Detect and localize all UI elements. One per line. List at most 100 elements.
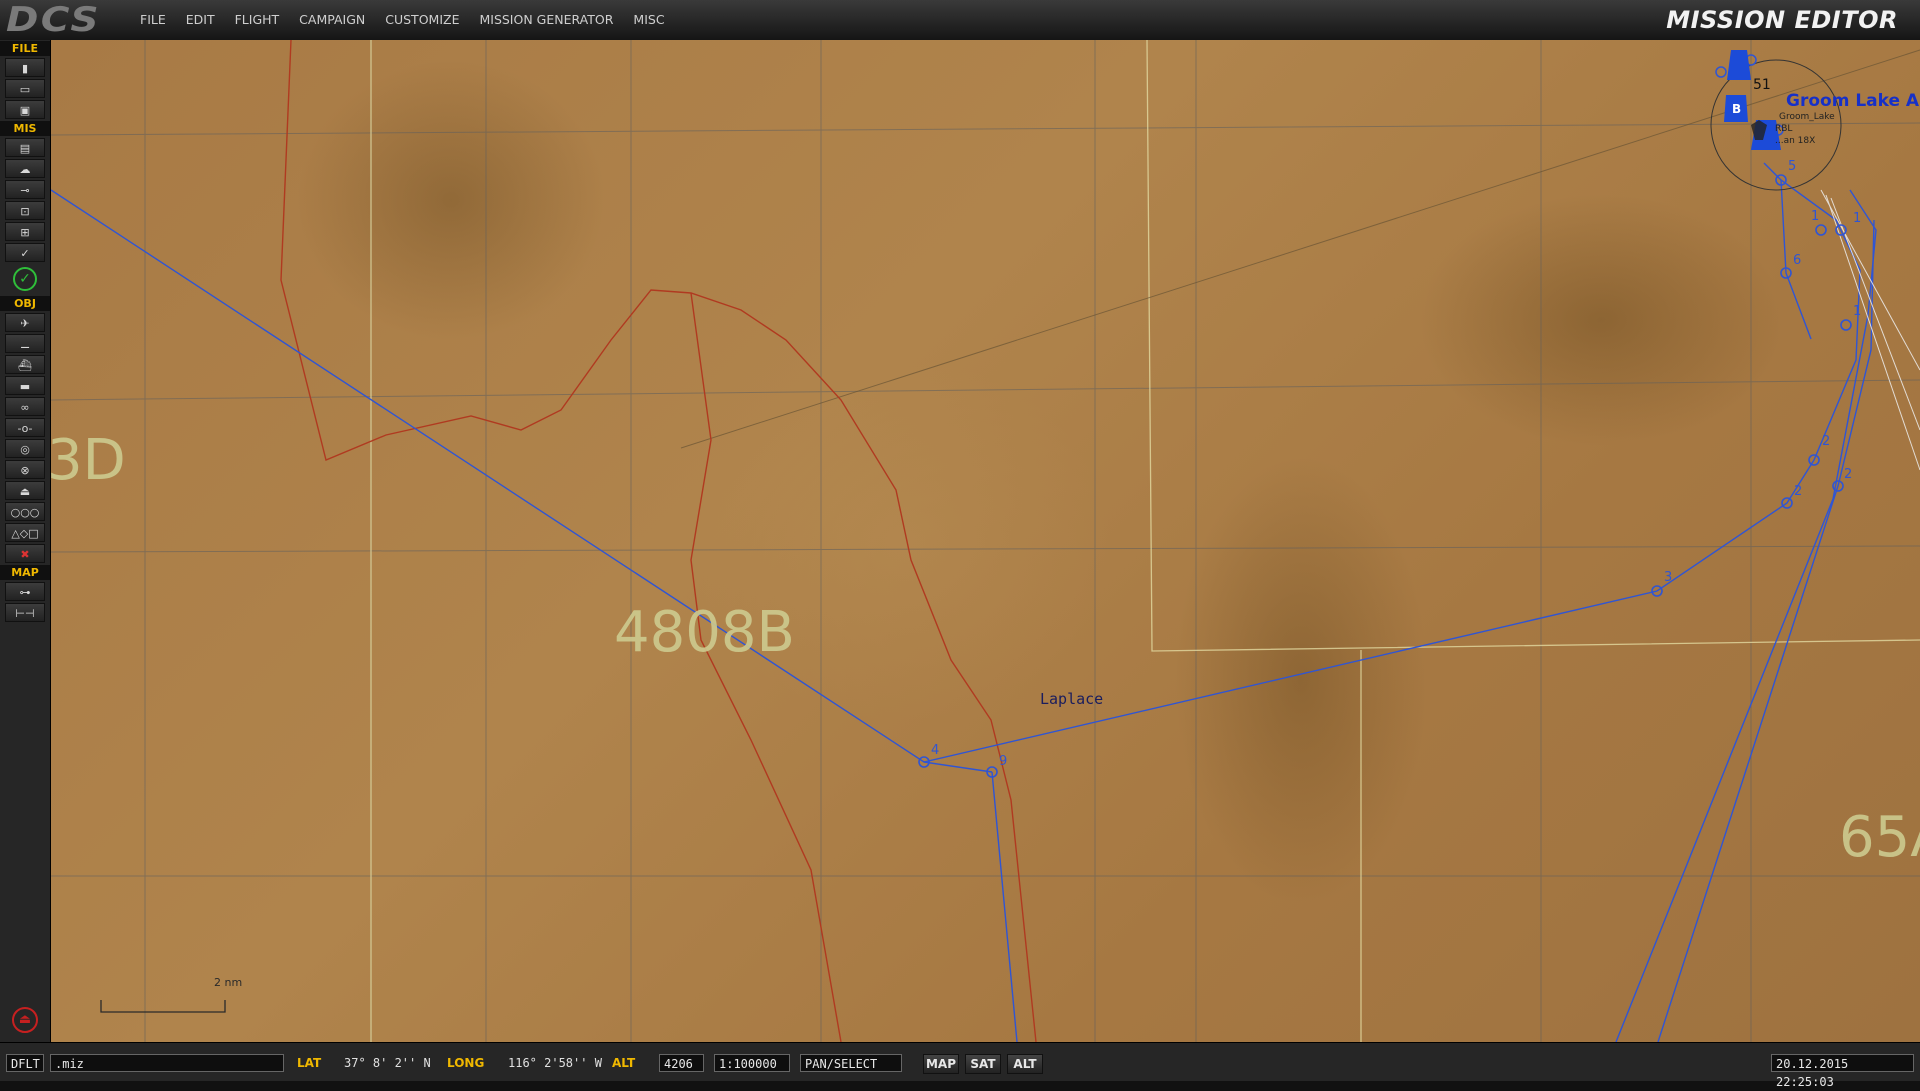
menu-misc[interactable]: MISC <box>623 0 674 40</box>
group-icon: ∞ <box>20 401 30 414</box>
static-icon: -o- <box>17 422 33 435</box>
add-group-button[interactable]: ∞ <box>5 397 45 416</box>
zone-label-left: 3D <box>51 428 126 493</box>
airbase-area-label: 51 <box>1753 77 1771 93</box>
svg-text:6: 6 <box>1793 253 1801 268</box>
profile-box: DFLT <box>6 1054 44 1072</box>
formation-button[interactable]: ○○○ <box>5 502 45 521</box>
ship-icon: ⛴ <box>18 359 32 372</box>
svg-text:9: 9 <box>999 754 1007 769</box>
add-helicopter-button[interactable]: ⚊ <box>5 334 45 353</box>
menu-customize[interactable]: CUSTOMIZE <box>375 0 469 40</box>
add-ship-button[interactable]: ⛴ <box>5 355 45 374</box>
place-label: Laplace <box>1040 690 1104 708</box>
sat-view-button[interactable]: SAT <box>965 1054 1001 1074</box>
open-file-button[interactable]: ▭ <box>5 79 45 98</box>
warehouse-button[interactable]: ⏏ <box>5 481 45 500</box>
svg-text:1: 1 <box>1853 304 1861 319</box>
svg-text:1: 1 <box>1811 209 1819 224</box>
add-zone-button[interactable]: ◎ <box>5 439 45 458</box>
weather-button[interactable]: ☁ <box>5 159 45 178</box>
plane-icon: ✈ <box>20 317 30 330</box>
map-key-button[interactable]: ⊶ <box>5 582 45 601</box>
shapes-button[interactable]: △◇□ <box>5 523 45 542</box>
shapes-icon: △◇□ <box>11 527 39 540</box>
zone-label-center: 4808B <box>614 600 795 665</box>
map-scale-field[interactable]: 1:100000 <box>714 1054 790 1072</box>
map-view[interactable]: 4 9 3 2 2 2 1 1 6 5 1 B 3D 4808B 65A Lap… <box>51 40 1920 1042</box>
validate-button[interactable]: ✓ <box>5 264 45 294</box>
boundary-lines <box>370 40 1920 1042</box>
airbase-name[interactable]: Groom Lake A <box>1786 91 1919 111</box>
left-toolbar: FILE ▮ ▭ ▣ MIS ▤ ☁ ⊸ ⊡ ⊞ ✓ ✓ OBJ ✈ ⚊ ⛴ ▬… <box>0 40 51 1042</box>
delete-icon: ✖ <box>20 548 30 561</box>
triggers-button[interactable]: ⊡ <box>5 201 45 220</box>
waypoint-labels: 4 9 3 2 2 2 1 1 6 5 1 <box>931 159 1861 769</box>
ruler-button[interactable]: ⊢⊣ <box>5 603 45 622</box>
map-overlay: 4 9 3 2 2 2 1 1 6 5 1 B <box>51 40 1920 1042</box>
long-value: 116° 2'58'' W <box>508 1056 602 1070</box>
menu-edit[interactable]: EDIT <box>176 0 225 40</box>
main-menu: FILE EDIT FLIGHT CAMPAIGN CUSTOMIZE MISS… <box>130 0 675 40</box>
mission-datetime: 20.12.2015 22:25:03 <box>1771 1054 1914 1089</box>
scale-label: 2 nm <box>214 976 243 989</box>
menu-flight[interactable]: FLIGHT <box>225 0 290 40</box>
triggers-icon: ⊡ <box>20 205 30 218</box>
alt-label: ALT <box>612 1056 636 1070</box>
save-file-icon: ▣ <box>19 104 31 117</box>
ruler-icon: ⊢⊣ <box>15 607 35 620</box>
menu-mission-generator[interactable]: MISSION GENERATOR <box>469 0 623 40</box>
vehicle-icon: ▬ <box>19 380 31 393</box>
helicopter-icon: ⚊ <box>20 338 30 351</box>
svg-text:2: 2 <box>1844 467 1852 482</box>
resource-button[interactable]: ⊞ <box>5 222 45 241</box>
menu-campaign[interactable]: CAMPAIGN <box>289 0 375 40</box>
formation-icon: ○○○ <box>10 506 40 519</box>
check-circle-icon: ✓ <box>13 267 37 291</box>
mode-field: PAN/SELECT <box>800 1054 902 1072</box>
file-name-field: .miz <box>50 1054 284 1072</box>
map-grid <box>51 40 1920 1042</box>
goals-button[interactable]: ⊸ <box>5 180 45 199</box>
add-vehicle-button[interactable]: ▬ <box>5 376 45 395</box>
warehouse-icon: ⏏ <box>19 485 31 498</box>
svg-text:5: 5 <box>1788 159 1796 174</box>
briefing-button[interactable]: ▤ <box>5 138 45 157</box>
add-plane-button[interactable]: ✈ <box>5 313 45 332</box>
app-title: MISSION EDITOR <box>1666 6 1898 34</box>
zone-icon: ◎ <box>20 443 30 456</box>
new-file-button[interactable]: ▮ <box>5 58 45 77</box>
add-static-button[interactable]: -o- <box>5 418 45 437</box>
new-file-icon: ▮ <box>21 62 29 75</box>
key-icon: ⊶ <box>19 586 31 599</box>
briefing-icon: ▤ <box>19 142 31 155</box>
svg-text:4: 4 <box>931 743 939 758</box>
section-map-label: MAP <box>0 565 50 580</box>
alt-view-button[interactable]: ALT <box>1007 1054 1043 1074</box>
section-mis-label: MIS <box>0 121 50 136</box>
dcs-logo: DCS <box>6 0 101 40</box>
save-file-button[interactable]: ▣ <box>5 100 45 119</box>
lat-label: LAT <box>297 1056 322 1070</box>
svg-text:2: 2 <box>1822 434 1830 449</box>
menu-file[interactable]: FILE <box>130 0 176 40</box>
svg-text:1: 1 <box>1853 211 1861 226</box>
restricted-border <box>280 40 1037 1042</box>
status-bar: DFLT .miz LAT 37° 8' 2'' N LONG 116° 2'5… <box>0 1042 1920 1089</box>
waypoints <box>918 174 1852 778</box>
alt-value: 4206 <box>659 1054 704 1072</box>
svg-text:2: 2 <box>1794 484 1802 499</box>
section-file-label: FILE <box>0 41 50 56</box>
exit-icon[interactable]: ⏏ <box>12 1007 38 1033</box>
template-icon: ⊗ <box>20 464 30 477</box>
delete-button[interactable]: ✖ <box>5 544 45 563</box>
zone-label-right: 65A <box>1839 805 1920 870</box>
resource-icon: ⊞ <box>20 226 30 239</box>
section-obj-label: OBJ <box>0 296 50 311</box>
add-template-button[interactable]: ⊗ <box>5 460 45 479</box>
checkmark-icon: ✓ <box>20 247 30 260</box>
long-label: LONG <box>447 1056 485 1070</box>
map-view-button[interactable]: MAP <box>923 1054 959 1074</box>
airbase-sub-line: Groom_Lake <box>1779 112 1835 122</box>
check-button[interactable]: ✓ <box>5 243 45 262</box>
